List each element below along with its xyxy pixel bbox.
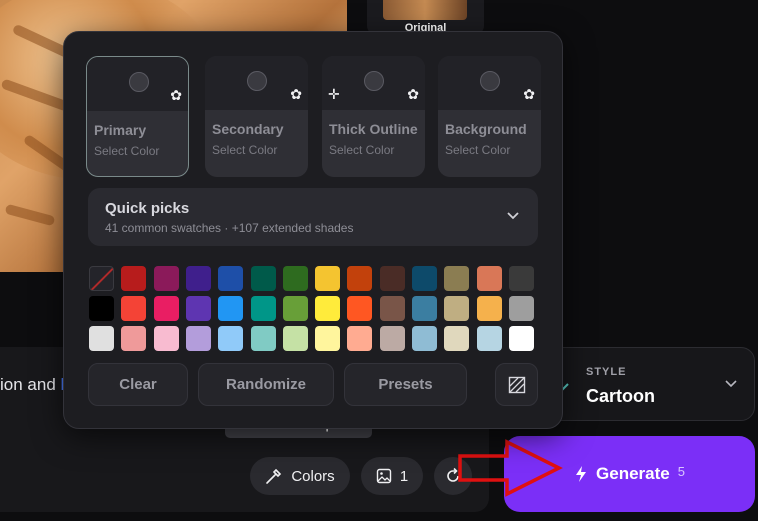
color-preview-circle <box>480 71 500 91</box>
color-swatch[interactable] <box>89 326 114 351</box>
color-swatch[interactable] <box>379 266 405 291</box>
color-swatch[interactable] <box>121 296 147 321</box>
gear-icon[interactable]: ✿ <box>290 87 302 101</box>
color-swatch[interactable] <box>218 326 244 351</box>
color-swatch[interactable] <box>89 296 114 321</box>
slot-name: Primary <box>94 122 147 138</box>
slot-sub: Select Color <box>329 143 395 157</box>
color-swatch[interactable] <box>347 266 373 291</box>
colors-button[interactable]: Colors <box>250 457 350 495</box>
color-swatch[interactable] <box>250 266 276 291</box>
color-swatch[interactable] <box>412 326 437 351</box>
color-swatch[interactable] <box>153 326 179 351</box>
chevron-down-icon <box>725 380 737 388</box>
color-swatch[interactable] <box>508 266 534 291</box>
slot-sub: Select Color <box>94 144 160 158</box>
slot-secondary[interactable]: ✿ Secondary Select Color <box>205 56 308 177</box>
gear-icon[interactable]: ✿ <box>170 88 182 102</box>
color-swatch[interactable] <box>508 296 534 321</box>
presets-button[interactable]: Presets <box>344 363 467 406</box>
pattern-button[interactable] <box>495 363 538 406</box>
color-swatch[interactable] <box>250 296 276 321</box>
color-swatch[interactable] <box>315 326 341 351</box>
eyedropper-icon <box>266 468 282 484</box>
quick-picks-title: Quick picks <box>105 200 190 217</box>
slot-name: Background <box>445 121 527 137</box>
red-arrow-annotation <box>458 439 563 497</box>
chevron-down-icon <box>507 212 519 220</box>
color-swatch[interactable] <box>412 266 437 291</box>
color-swatch[interactable] <box>185 266 211 291</box>
color-swatch[interactable] <box>347 296 373 321</box>
color-preview-circle <box>364 71 384 91</box>
quick-picks-subtitle: 41 common swatches · +107 extended shade… <box>105 221 354 235</box>
slot-sub: Select Color <box>445 143 511 157</box>
style-selector[interactable]: STYLE Cartoon <box>545 347 755 421</box>
image-icon <box>376 468 392 484</box>
gear-icon[interactable]: ✿ <box>407 87 419 101</box>
original-thumbnail[interactable]: Original <box>367 0 484 34</box>
app-screen: Original ion and l Colors 1 STYLE Cartoo… <box>0 0 758 521</box>
color-swatch[interactable] <box>153 296 179 321</box>
gear-icon[interactable]: ✿ <box>523 87 535 101</box>
color-palette-popover: ✿ Primary Select Color ✿ Secondary Selec… <box>63 31 563 429</box>
hatch-icon <box>508 376 525 393</box>
no-color-swatch[interactable] <box>89 266 114 291</box>
color-swatch[interactable] <box>444 266 470 291</box>
image-count-button[interactable]: 1 <box>361 457 423 495</box>
color-swatch[interactable] <box>185 296 211 321</box>
style-kicker: STYLE <box>586 366 627 378</box>
color-swatch[interactable] <box>218 266 244 291</box>
slot-primary[interactable]: ✿ Primary Select Color <box>86 56 189 177</box>
color-swatch[interactable] <box>315 296 341 321</box>
slot-name: Secondary <box>212 121 284 137</box>
color-swatch[interactable] <box>121 326 147 351</box>
generate-credit-count: 5 <box>677 463 685 479</box>
image-count: 1 <box>399 467 409 485</box>
color-swatch[interactable] <box>476 266 502 291</box>
color-preview-circle <box>247 71 267 91</box>
slot-thick-outline[interactable]: ✛ ✿ Thick Outline Select Color <box>322 56 425 177</box>
clear-button[interactable]: Clear <box>88 363 188 406</box>
color-swatch[interactable] <box>379 326 405 351</box>
randomize-button[interactable]: Randomize <box>198 363 334 406</box>
color-swatch[interactable] <box>315 266 341 291</box>
color-swatch[interactable] <box>153 266 179 291</box>
color-swatch[interactable] <box>444 296 470 321</box>
color-swatch[interactable] <box>379 296 405 321</box>
move-icon[interactable]: ✛ <box>328 87 340 101</box>
color-swatch[interactable] <box>282 326 308 351</box>
color-swatch[interactable] <box>508 326 534 351</box>
slot-name: Thick Outline <box>329 121 418 137</box>
color-swatch[interactable] <box>412 296 437 321</box>
thumbnail-image <box>383 0 467 20</box>
color-swatch[interactable] <box>444 326 470 351</box>
color-swatch[interactable] <box>476 296 502 321</box>
slot-sub: Select Color <box>212 143 278 157</box>
color-swatch[interactable] <box>121 266 147 291</box>
color-preview-circle <box>129 72 149 92</box>
generate-label: Generate <box>596 464 670 483</box>
color-swatch[interactable] <box>218 296 244 321</box>
prompt-text: ion and <box>0 375 61 394</box>
color-swatch[interactable] <box>476 326 502 351</box>
color-swatch[interactable] <box>185 326 211 351</box>
color-swatch[interactable] <box>347 326 373 351</box>
style-value: Cartoon <box>586 386 655 406</box>
color-swatch[interactable] <box>250 326 276 351</box>
quick-picks-toggle[interactable]: Quick picks 41 common swatches · +107 ex… <box>88 188 538 246</box>
color-swatch[interactable] <box>282 296 308 321</box>
colors-label: Colors <box>291 467 335 485</box>
slot-background[interactable]: ✿ Background Select Color <box>438 56 541 177</box>
prompt-input[interactable]: ion and l <box>0 375 64 395</box>
lightning-icon <box>576 466 587 482</box>
color-swatch[interactable] <box>282 266 308 291</box>
